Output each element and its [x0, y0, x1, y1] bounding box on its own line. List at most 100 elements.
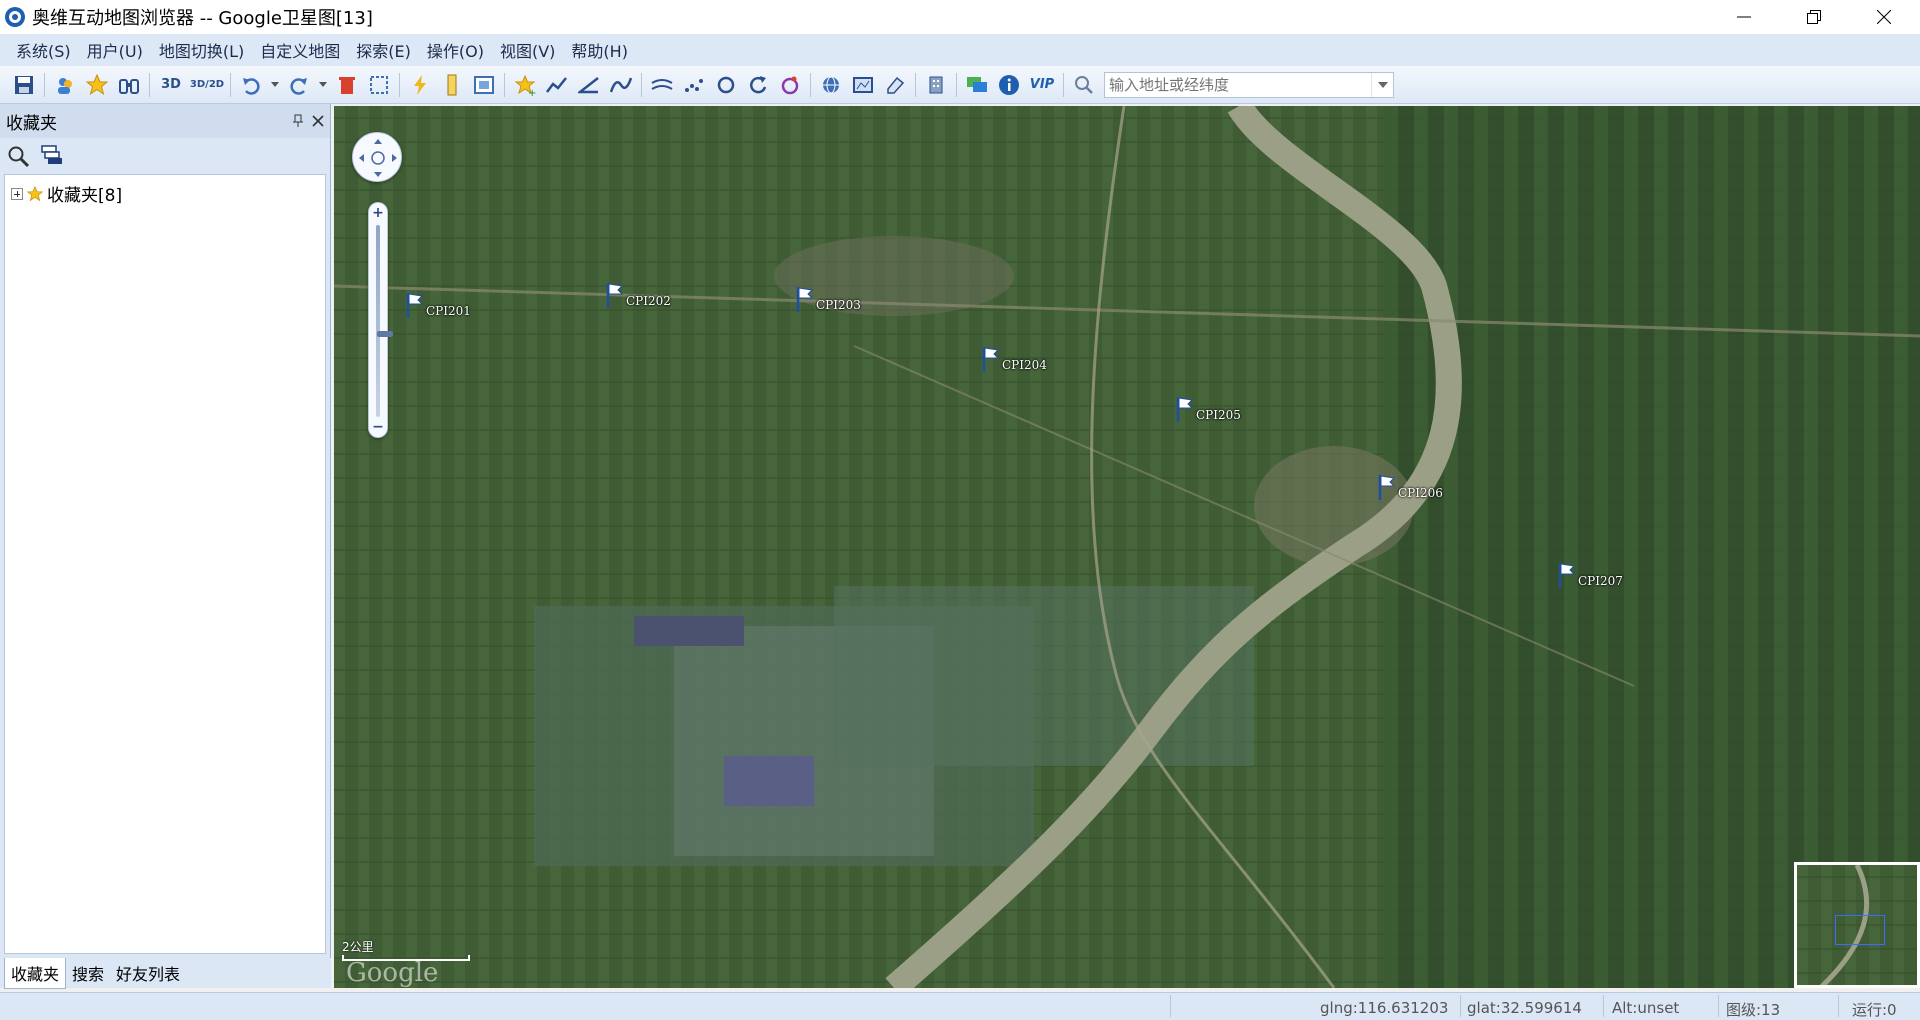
menu-operation[interactable]: 操作(O) — [419, 38, 492, 62]
draw-line-button[interactable] — [543, 71, 571, 99]
building-icon — [929, 76, 943, 93]
pan-control[interactable] — [352, 132, 402, 182]
sector-button[interactable] — [776, 71, 804, 99]
toolbar-separator — [399, 72, 400, 97]
add-marker-button[interactable]: + — [511, 71, 539, 99]
close-button[interactable] — [1850, 0, 1918, 34]
tab-favorites[interactable]: 收藏夹 — [4, 957, 67, 989]
app-logo-icon — [5, 7, 25, 27]
undo-dropdown[interactable] — [269, 71, 281, 99]
overview-viewport[interactable] — [1835, 915, 1885, 945]
angle-icon — [578, 76, 599, 93]
eraser-button[interactable] — [881, 71, 909, 99]
undo-button[interactable] — [237, 71, 265, 99]
expand-toggle[interactable] — [11, 187, 23, 200]
lightning-button[interactable] — [406, 71, 434, 99]
search-button[interactable] — [1070, 71, 1098, 99]
flag-icon — [796, 287, 814, 312]
curve-icon — [610, 77, 632, 92]
map-marker[interactable]: CPI207 — [1558, 562, 1623, 588]
menu-help[interactable]: 帮助(H) — [563, 38, 636, 62]
minimize-icon — [1737, 16, 1751, 18]
polyline-icon — [546, 76, 567, 93]
toolbar-separator — [810, 72, 811, 97]
menu-custom-map[interactable]: 自定义地图 — [252, 38, 348, 62]
map-marker[interactable]: CPI204 — [982, 346, 1047, 372]
zoom-track[interactable] — [376, 225, 393, 417]
toolbar-separator — [149, 72, 150, 97]
map-marker[interactable]: CPI205 — [1176, 396, 1241, 422]
globe-button[interactable] — [817, 71, 845, 99]
building-button[interactable] — [922, 71, 950, 99]
circle-button[interactable] — [712, 71, 740, 99]
circle-icon — [717, 76, 735, 93]
users-icon — [58, 77, 72, 94]
tree-item-favorites[interactable]: 收藏夹[8] — [5, 175, 325, 212]
menu-system[interactable]: 系统(S) — [8, 38, 79, 62]
tab-friends[interactable]: 好友列表 — [110, 958, 186, 988]
zoom-handle[interactable] — [377, 331, 393, 337]
close-icon[interactable] — [312, 115, 324, 127]
star-icon — [27, 185, 43, 201]
menu-user[interactable]: 用户(U) — [79, 38, 151, 62]
map-marker[interactable]: CPI206 — [1378, 474, 1443, 500]
pin-icon[interactable] — [292, 114, 304, 128]
chat-button[interactable] — [963, 71, 991, 99]
panel-toolbar — [0, 138, 330, 174]
status-running: 运行:0 — [1852, 1001, 1897, 1019]
info-button[interactable] — [995, 71, 1023, 99]
delete-button[interactable] — [333, 71, 361, 99]
map-button[interactable] — [849, 71, 877, 99]
chevron-down-icon — [271, 81, 279, 87]
track-button[interactable] — [648, 71, 676, 99]
points-button[interactable] — [680, 71, 708, 99]
select-button[interactable] — [365, 71, 393, 99]
draw-curve-button[interactable] — [607, 71, 635, 99]
redo-button[interactable] — [285, 71, 313, 99]
flag-icon — [406, 293, 424, 318]
toolbar-separator — [230, 72, 231, 97]
minimize-button[interactable] — [1710, 0, 1778, 34]
toolbar: 3D 3D/2D + VIP 输入地址或经纬度 — [0, 66, 1920, 104]
binoculars-button[interactable] — [115, 71, 143, 99]
vip-button[interactable]: VIP — [1027, 71, 1057, 99]
menu-view[interactable]: 视图(V) — [492, 38, 563, 62]
panel-controls — [292, 114, 324, 128]
map-marker[interactable]: CPI203 — [796, 286, 861, 312]
search-dropdown-button[interactable] — [1371, 72, 1393, 97]
menu-explore[interactable]: 探索(E) — [348, 38, 419, 62]
tab-search[interactable]: 搜索 — [66, 958, 110, 988]
menu-map-switch[interactable]: 地图切换(L) — [151, 38, 252, 62]
menu-bar: 系统(S) 用户(U) 地图切换(L) 自定义地图 探索(E) 操作(O) 视图… — [0, 34, 1920, 66]
screenshot-button[interactable] — [470, 71, 498, 99]
status-separator — [1460, 995, 1461, 1017]
map-marker[interactable]: CPI201 — [406, 292, 471, 318]
status-altitude: Alt:unset — [1612, 999, 1680, 1017]
users-button[interactable] — [51, 71, 79, 99]
zoom-in-button[interactable]: + — [369, 205, 387, 221]
zoom-out-button[interactable]: − — [369, 419, 387, 435]
marker-label: CPI205 — [1196, 408, 1241, 422]
toolbar-separator — [1063, 72, 1064, 97]
restore-button[interactable] — [1780, 0, 1848, 34]
redo-icon — [290, 77, 307, 95]
favorites-button[interactable] — [83, 71, 111, 99]
layers-icon[interactable] — [40, 144, 64, 168]
zoom-slider[interactable]: + − — [368, 202, 393, 438]
draw-angle-button[interactable] — [575, 71, 603, 99]
view-3d2d-button[interactable]: 3D/2D — [190, 71, 224, 99]
save-button[interactable] — [10, 71, 38, 99]
search-icon[interactable] — [6, 144, 30, 168]
toolbar-separator — [641, 72, 642, 97]
map-marker[interactable]: CPI202 — [606, 282, 671, 308]
view-3d-button[interactable]: 3D — [156, 71, 186, 99]
rotate-button[interactable] — [744, 71, 772, 99]
overview-map[interactable] — [1794, 862, 1920, 988]
ruler-button[interactable] — [438, 71, 466, 99]
panel-header: 收藏夹 — [0, 104, 330, 138]
marker-label: CPI202 — [626, 294, 671, 308]
satellite-map[interactable]: CPI201 CPI202 CPI203 CPI204 CPI205 CPI20… — [334, 106, 1920, 988]
rotate-icon — [750, 75, 767, 93]
search-input[interactable] — [1105, 72, 1371, 97]
redo-dropdown[interactable] — [317, 71, 329, 99]
